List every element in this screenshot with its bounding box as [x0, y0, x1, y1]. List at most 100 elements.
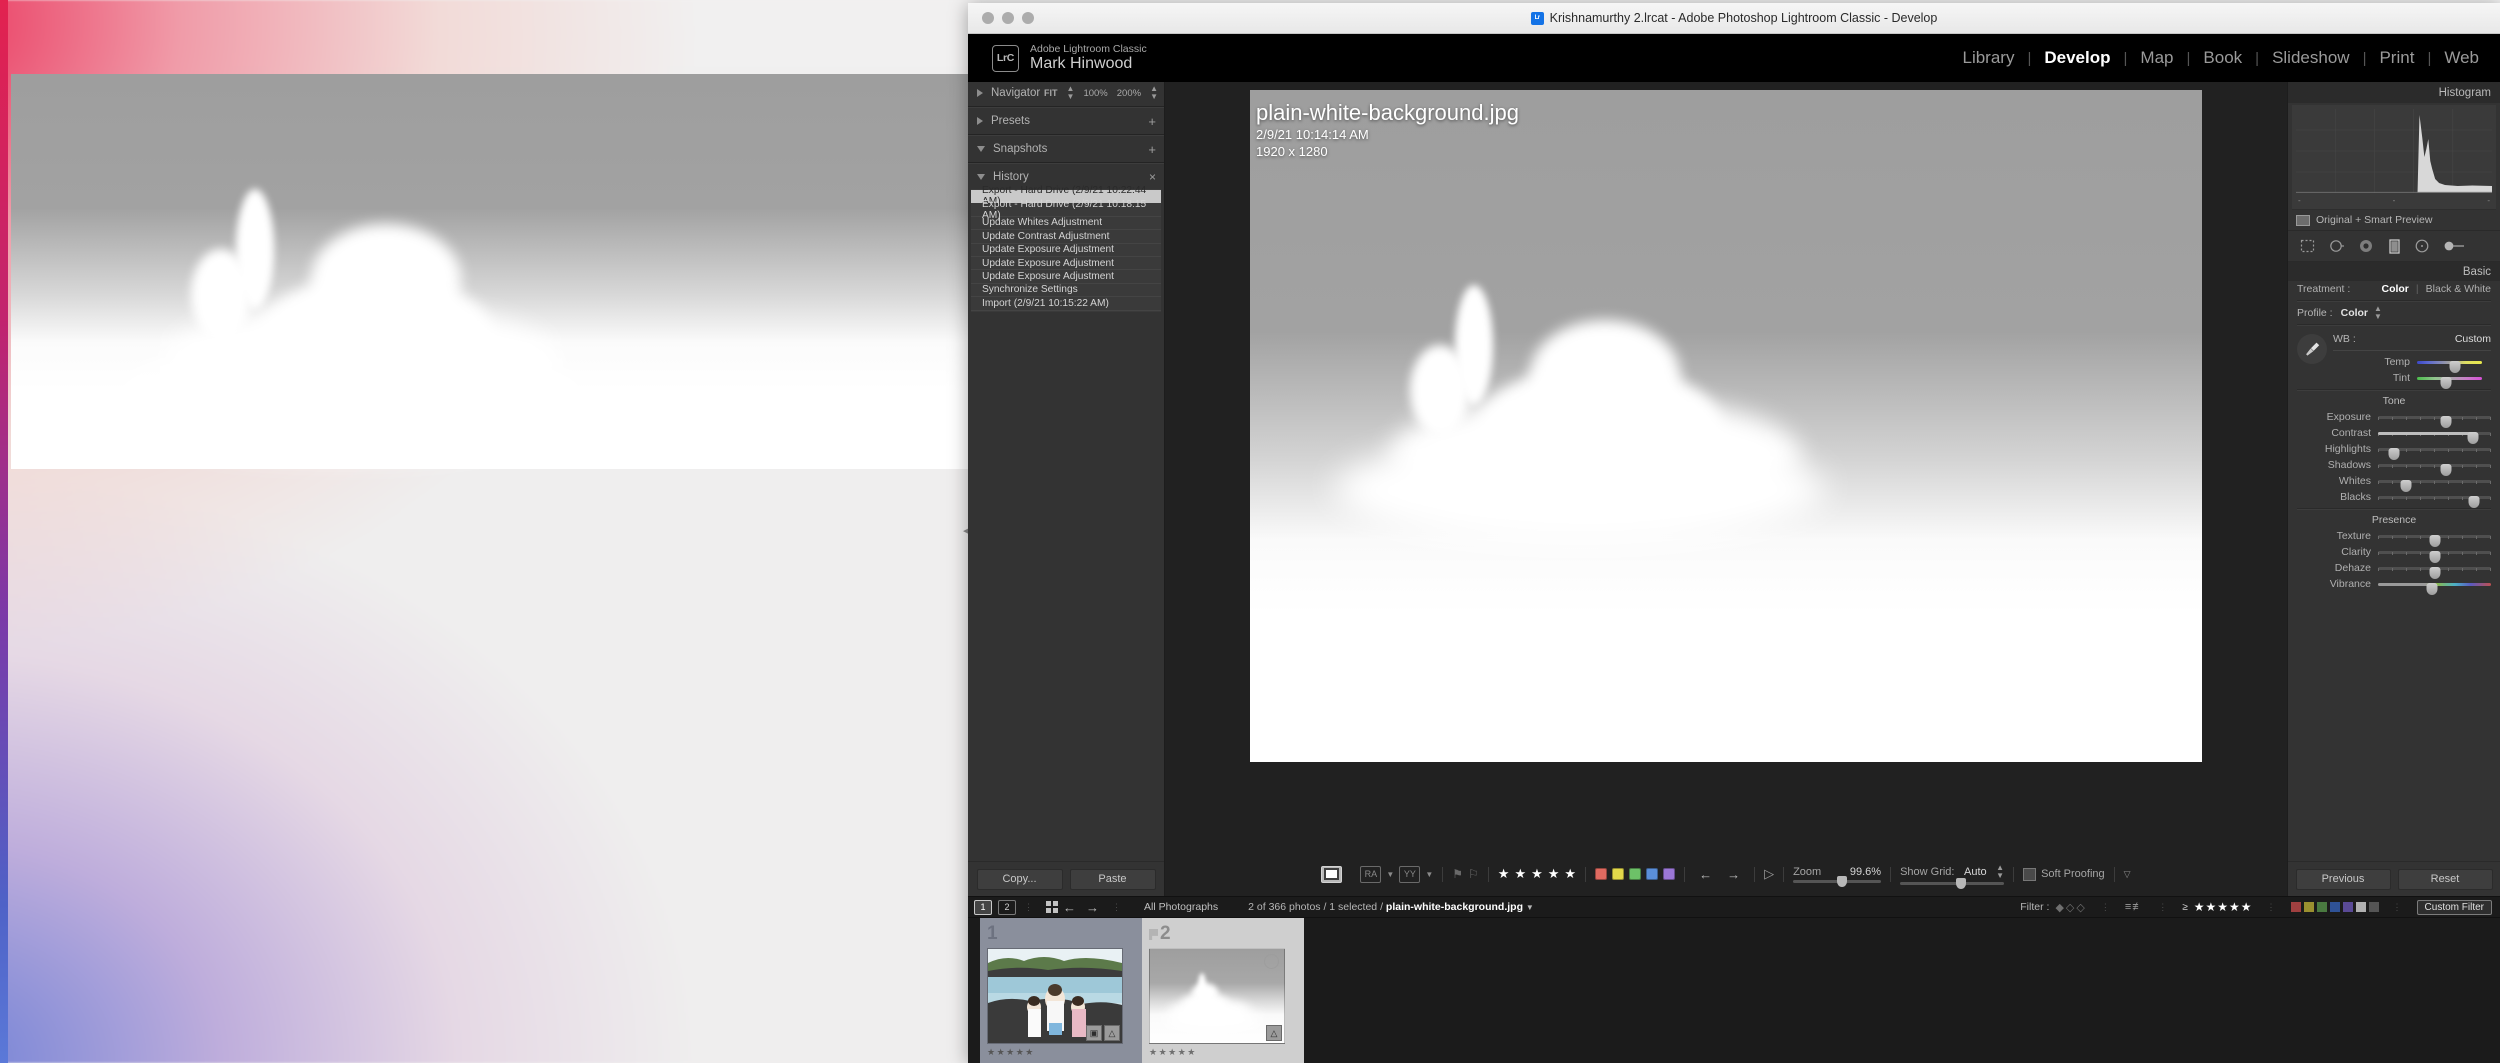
slider-row-clarity[interactable]: Clarity: [2288, 544, 2500, 563]
chevron-updown-icon[interactable]: ▲ ▼: [2374, 305, 2382, 321]
slider-shadows[interactable]: [2378, 459, 2491, 476]
filter-color-swatch[interactable]: [2303, 902, 2314, 912]
slider-knob[interactable]: [2440, 376, 2452, 389]
slider-track[interactable]: [2378, 582, 2491, 595]
slider-row-vibrance[interactable]: Vibrance: [2288, 576, 2500, 595]
filter-flags-icon[interactable]: ◆◇◇: [2055, 901, 2086, 914]
slider-track[interactable]: [2378, 415, 2491, 428]
navigation-group[interactable]: ← →: [1685, 867, 1754, 882]
navigator-zoom-options[interactable]: FIT ▲ ▼ 100% 200% ▲ ▼: [1044, 85, 1158, 101]
module-slideshow[interactable]: Slideshow: [2259, 48, 2363, 68]
adjustment-brush-icon[interactable]: [2444, 239, 2466, 253]
slider-row-exposure[interactable]: Exposure: [2288, 409, 2500, 428]
thumbnail-1-badges[interactable]: ▣ △: [1086, 1025, 1120, 1041]
chevron-down-icon[interactable]: ▼: [1526, 903, 1534, 912]
filter-color-labels[interactable]: [2290, 902, 2379, 912]
paste-button[interactable]: Paste: [1069, 868, 1156, 890]
before-after-yy-button[interactable]: YY: [1399, 865, 1421, 883]
slider-knob[interactable]: [2426, 582, 2438, 595]
thumbnail-1-rating[interactable]: ★★★★★: [987, 1047, 1135, 1058]
zoom-slider[interactable]: [1793, 875, 1882, 887]
module-print[interactable]: Print: [2366, 48, 2427, 68]
flag-group[interactable]: ⚑ ⚐: [1443, 867, 1488, 881]
slider-row-temp[interactable]: Temp: [2327, 354, 2491, 373]
next-photo-icon[interactable]: →: [1727, 867, 1740, 882]
slider-blacks[interactable]: [2378, 491, 2491, 508]
filter-color-swatch[interactable]: [2316, 902, 2327, 912]
slider-highlights[interactable]: [2378, 443, 2491, 460]
history-list[interactable]: Export - Hard Drive (2/9/21 10:22:44 AM)…: [971, 185, 1161, 312]
color-label-swatch[interactable]: [1595, 868, 1608, 880]
slider-track[interactable]: [2417, 376, 2482, 389]
module-web[interactable]: Web: [2431, 48, 2492, 68]
before-after-ra-button[interactable]: RA: [1360, 865, 1382, 883]
star-icon[interactable]: ★: [1514, 866, 1526, 882]
slider-row-texture[interactable]: Texture: [2288, 528, 2500, 547]
slider-knob[interactable]: [2440, 463, 2452, 476]
treatment-color-option[interactable]: Color: [2381, 283, 2408, 295]
play-impromptu-slideshow-icon[interactable]: ▷: [1764, 866, 1774, 882]
slider-tint[interactable]: [2417, 372, 2482, 389]
history-item[interactable]: Update Exposure Adjustment: [971, 270, 1161, 284]
slider-knob[interactable]: [2449, 360, 2461, 373]
slider-track[interactable]: [2378, 447, 2491, 460]
histogram-header[interactable]: Histogram: [2288, 82, 2500, 103]
history-header[interactable]: History ×: [968, 166, 1164, 188]
chevron-updown-icon-2[interactable]: ▲ ▼: [1150, 85, 1158, 101]
filter-color-swatch[interactable]: [2355, 902, 2366, 912]
identity-plate[interactable]: LrC Adobe Lightroom Classic Mark Hinwood: [992, 43, 1147, 73]
chevron-updown-icon[interactable]: ▲ ▼: [1996, 863, 2004, 880]
filmstrip-source[interactable]: All Photographs: [1144, 901, 1218, 913]
loupe-view-button[interactable]: [1321, 865, 1343, 883]
slider-whites[interactable]: [2378, 475, 2491, 492]
star-icon[interactable]: ★: [1498, 866, 1510, 882]
slider-knob[interactable]: [2440, 415, 2452, 428]
history-item[interactable]: Export - Hard Drive (2/9/21 10:18:15 AM): [971, 199, 1161, 221]
grid-slider-knob[interactable]: [1956, 877, 1967, 889]
tone-sliders[interactable]: Exposure Contrast Highlights Shadows Whites B…: [2288, 409, 2500, 508]
slider-row-shadows[interactable]: Shadows: [2288, 457, 2500, 476]
color-label-swatch[interactable]: [1646, 868, 1659, 880]
slider-knob[interactable]: [2467, 431, 2479, 444]
profile-value[interactable]: Color: [2341, 307, 2368, 319]
treatment-options[interactable]: Color | Black & White: [2381, 283, 2491, 295]
screen-2-button[interactable]: 2: [998, 899, 1016, 915]
add-preset-icon[interactable]: +: [1148, 114, 1156, 129]
slider-knob[interactable]: [2388, 447, 2400, 460]
slider-track[interactable]: [2378, 479, 2491, 492]
wb-sliders[interactable]: Temp Tint: [2327, 354, 2491, 389]
filmstrip[interactable]: 1 ▣ △ ★★★★★ 2 △ ★★★★★: [968, 918, 2500, 1063]
module-develop[interactable]: Develop: [2031, 48, 2123, 68]
slider-dehaze[interactable]: [2378, 562, 2491, 579]
color-label-swatch[interactable]: [1663, 868, 1676, 880]
slider-row-highlights[interactable]: Highlights: [2288, 441, 2500, 460]
history-item[interactable]: Update Exposure Adjustment: [971, 257, 1161, 271]
slider-knob[interactable]: [2400, 479, 2412, 492]
module-library[interactable]: Library: [1950, 48, 2028, 68]
history-item[interactable]: Update Contrast Adjustment: [971, 230, 1161, 244]
module-map[interactable]: Map: [2127, 48, 2186, 68]
slider-row-whites[interactable]: Whites: [2288, 473, 2500, 492]
history-item[interactable]: Update Exposure Adjustment: [971, 244, 1161, 257]
slider-contrast[interactable]: [2378, 427, 2491, 444]
filmstrip-filter[interactable]: Filter : ◆◇◇ ⋮ ≡≢ ⋮ ≥ ★★★★★ ⋮ ⋮ Custom F…: [2020, 899, 2500, 915]
flag-icon[interactable]: [1149, 929, 1158, 940]
thumbnail-1[interactable]: ▣ △: [987, 948, 1123, 1044]
flag-reject-icon[interactable]: ⚐: [1468, 867, 1479, 881]
zoom-slider-knob[interactable]: [1837, 875, 1848, 887]
radial-filter-icon[interactable]: [2415, 239, 2430, 253]
play-group[interactable]: ▷: [1755, 866, 1783, 882]
slider-clarity[interactable]: [2378, 546, 2491, 563]
snapshots-header[interactable]: Snapshots +: [968, 138, 1164, 160]
slider-texture[interactable]: [2378, 530, 2491, 547]
chevron-updown-icon[interactable]: ▲ ▼: [1067, 85, 1075, 101]
star-icon[interactable]: ★: [1548, 866, 1560, 882]
reset-button[interactable]: Reset: [2397, 868, 2493, 890]
color-label-group[interactable]: [1586, 868, 1684, 880]
filter-color-swatch[interactable]: [2342, 902, 2353, 912]
presence-sliders[interactable]: Texture Clarity Dehaze Vibrance: [2288, 528, 2500, 595]
presets-header[interactable]: Presets +: [968, 110, 1164, 132]
color-label-swatch[interactable]: [1629, 868, 1642, 880]
slider-track[interactable]: [2378, 431, 2491, 444]
slider-temp[interactable]: [2417, 356, 2482, 373]
